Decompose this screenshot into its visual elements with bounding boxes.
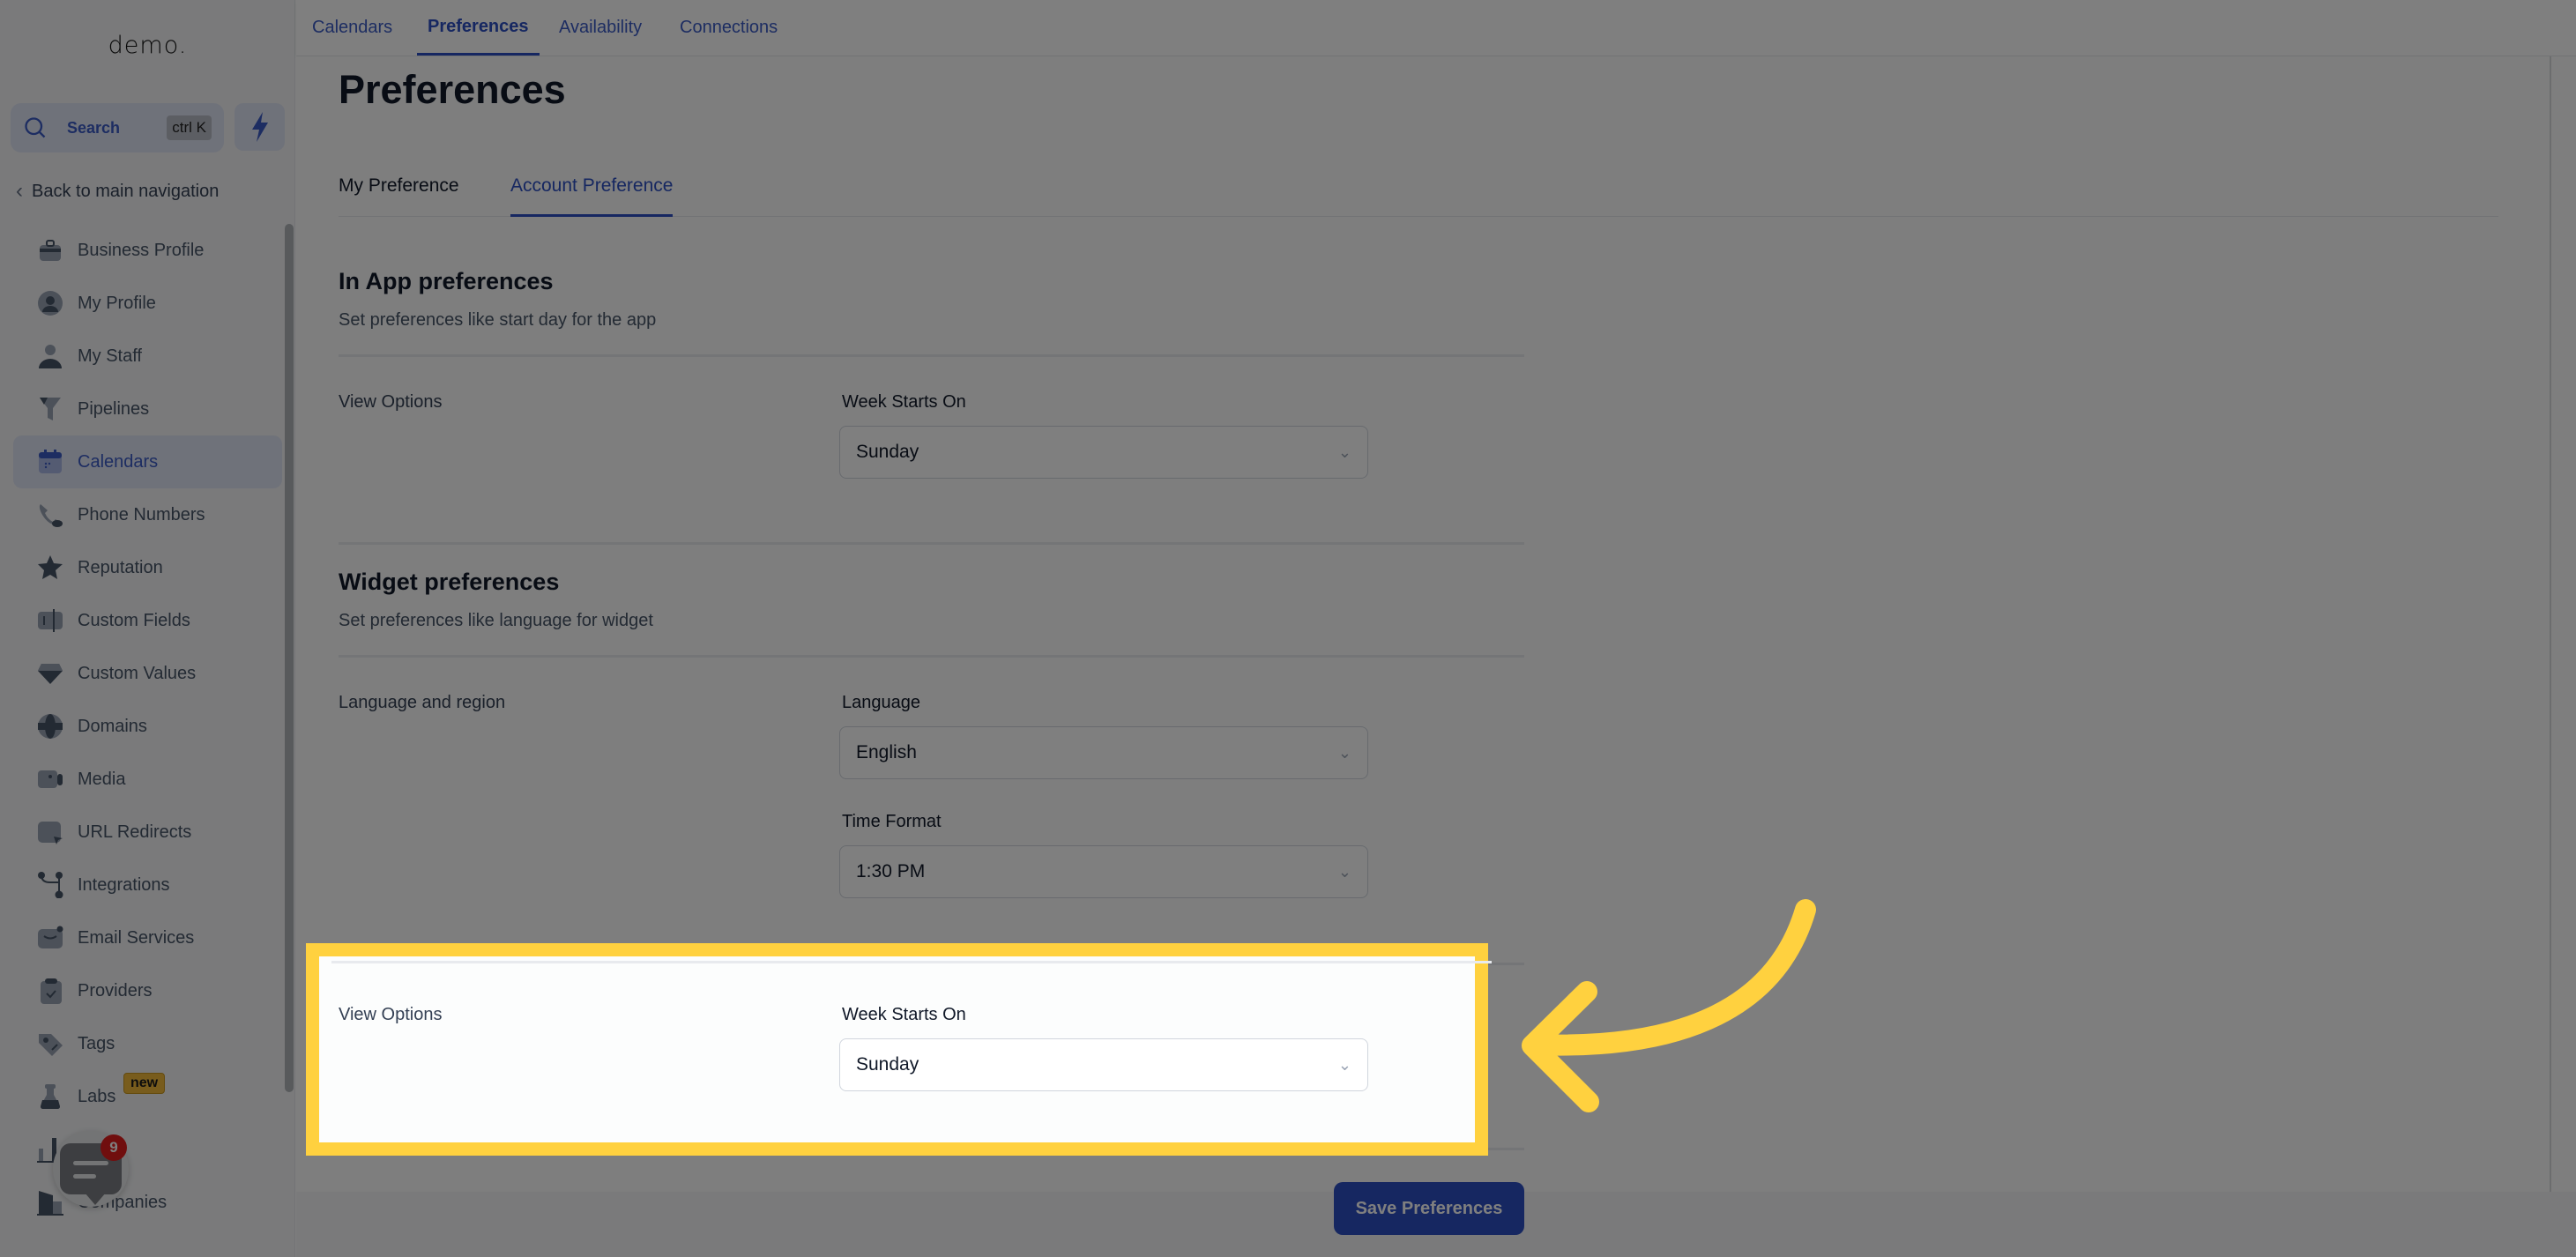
language-label: Language — [842, 693, 920, 712]
sidebar: demo. Search ctrl K ‹ Back to main navig… — [0, 0, 295, 1257]
tab-preferences[interactable]: Preferences — [417, 0, 540, 56]
flask-icon — [37, 1083, 63, 1110]
sidebar-item-email-services[interactable]: Email Services — [13, 911, 282, 964]
settings-nav: Business Profile My Profile My Staff Pip… — [13, 224, 282, 1229]
tab-availability[interactable]: Availability — [559, 0, 642, 56]
lightning-icon — [251, 112, 268, 142]
divider — [339, 354, 1524, 357]
widget-section-subtitle: Set preferences like language for widget — [339, 611, 653, 630]
search-label: Search — [67, 118, 121, 137]
widget-view-options-label: View Options — [339, 1005, 443, 1024]
redirect-icon — [37, 819, 63, 845]
sidebar-item-phone-numbers[interactable]: Phone Numbers — [13, 488, 282, 541]
chat-unread-count: 9 — [101, 1134, 127, 1161]
language-value: English — [856, 742, 917, 762]
chat-icon: 9 — [60, 1134, 127, 1205]
annotation-arrow-icon — [1522, 899, 1816, 1112]
week-starts-on-select[interactable]: Sunday ⌄ — [839, 426, 1368, 479]
week-starts-on-label: Week Starts On — [842, 392, 966, 412]
funnel-icon — [37, 396, 63, 422]
building-icon — [37, 1189, 63, 1216]
star-icon — [37, 554, 63, 581]
main-scrollbar[interactable] — [2550, 56, 2551, 1194]
media-icon — [37, 766, 63, 792]
subtab-my-preference[interactable]: My Preference — [339, 169, 459, 217]
chevron-down-icon: ⌄ — [1337, 862, 1351, 881]
divider — [331, 961, 1492, 963]
widget-week-starts-on-label: Week Starts On — [842, 1005, 966, 1024]
chevron-down-icon: ⌄ — [1337, 443, 1351, 461]
chevron-left-icon: ‹ — [16, 179, 23, 203]
sidebar-item-media[interactable]: Media — [13, 753, 282, 806]
language-region-label: Language and region — [339, 693, 506, 712]
sidebar-item-pipelines[interactable]: Pipelines — [13, 383, 282, 435]
search-shortcut: ctrl K — [167, 115, 212, 140]
divider — [339, 655, 1524, 658]
in-app-section-subtitle: Set preferences like start day for the a… — [339, 310, 657, 330]
user-icon — [37, 343, 63, 369]
widget-section-title: Widget preferences — [339, 569, 560, 595]
custom-fields-icon — [37, 607, 63, 634]
back-to-main-navigation[interactable]: ‹ Back to main navigation — [16, 179, 219, 204]
time-format-label: Time Format — [842, 812, 942, 831]
tab-connections[interactable]: Connections — [680, 0, 778, 56]
sidebar-scrollbar[interactable] — [285, 224, 294, 1092]
chevron-down-icon: ⌄ — [1337, 743, 1351, 762]
logo: demo. — [108, 32, 188, 59]
tag-icon — [37, 1030, 63, 1057]
phone-icon — [37, 502, 63, 528]
back-label: Back to main navigation — [32, 181, 220, 201]
sidebar-item-url-redirects[interactable]: URL Redirects — [13, 806, 282, 859]
preference-subtabs: My Preference Account Preference — [339, 169, 2498, 217]
divider — [339, 542, 1524, 545]
top-tab-bar: Calendars Preferences Availability Conne… — [296, 0, 2576, 56]
sidebar-item-integrations[interactable]: Integrations — [13, 859, 282, 911]
highlight-box: View Options Week Starts On Sunday ⌄ — [306, 943, 1492, 1156]
sidebar-item-my-staff[interactable]: My Staff — [13, 330, 282, 383]
chevron-down-icon: ⌄ — [1337, 1055, 1351, 1074]
diamond-icon — [37, 660, 63, 687]
new-badge: new — [123, 1073, 166, 1094]
subtab-account-preference[interactable]: Account Preference — [510, 169, 674, 217]
briefcase-icon — [37, 237, 63, 264]
sidebar-item-companies[interactable]: Companies — [13, 1176, 282, 1229]
chat-widget-button[interactable]: 9 — [53, 1131, 129, 1207]
sidebar-item-domains[interactable]: Domains — [13, 700, 282, 753]
user-circle-icon — [37, 290, 63, 316]
clipboard-check-icon — [37, 978, 63, 1004]
search-button[interactable]: Search ctrl K — [11, 103, 224, 152]
sidebar-item-custom-values[interactable]: Custom Values — [13, 647, 282, 700]
view-options-label: View Options — [339, 392, 443, 412]
widget-week-starts-on-select[interactable]: Sunday ⌄ — [839, 1038, 1368, 1091]
language-select[interactable]: English ⌄ — [839, 726, 1368, 779]
arrow-shaft — [1523, 899, 1816, 1056]
widget-week-starts-on-value: Sunday — [856, 1054, 919, 1075]
time-format-select[interactable]: 1:30 PM ⌄ — [839, 845, 1368, 898]
sidebar-item-providers[interactable]: Providers — [13, 964, 282, 1017]
quick-actions-button[interactable] — [235, 103, 285, 151]
calendar-icon — [37, 449, 63, 475]
globe-icon — [37, 713, 63, 740]
time-format-value: 1:30 PM — [856, 861, 926, 881]
week-starts-on-value: Sunday — [856, 442, 919, 462]
sidebar-item-my-profile[interactable]: My Profile — [13, 277, 282, 330]
search-icon — [25, 117, 46, 138]
tab-calendars[interactable]: Calendars — [312, 0, 392, 56]
sidebar-item-tags[interactable]: Tags — [13, 1017, 282, 1070]
save-preferences-button[interactable]: Save Preferences — [1334, 1182, 1524, 1235]
page-title: Preferences — [339, 67, 566, 112]
sidebar-item-business-profile[interactable]: Business Profile — [13, 224, 282, 277]
sidebar-item-custom-fields[interactable]: Custom Fields — [13, 594, 282, 647]
sidebar-item-labs[interactable]: Labs new — [13, 1070, 282, 1123]
integrations-icon — [37, 872, 63, 898]
sidebar-item-reputation[interactable]: Reputation — [13, 541, 282, 594]
mail-icon — [37, 925, 63, 951]
in-app-section-title: In App preferences — [339, 268, 554, 294]
sidebar-item-calendars[interactable]: Calendars — [13, 435, 282, 488]
